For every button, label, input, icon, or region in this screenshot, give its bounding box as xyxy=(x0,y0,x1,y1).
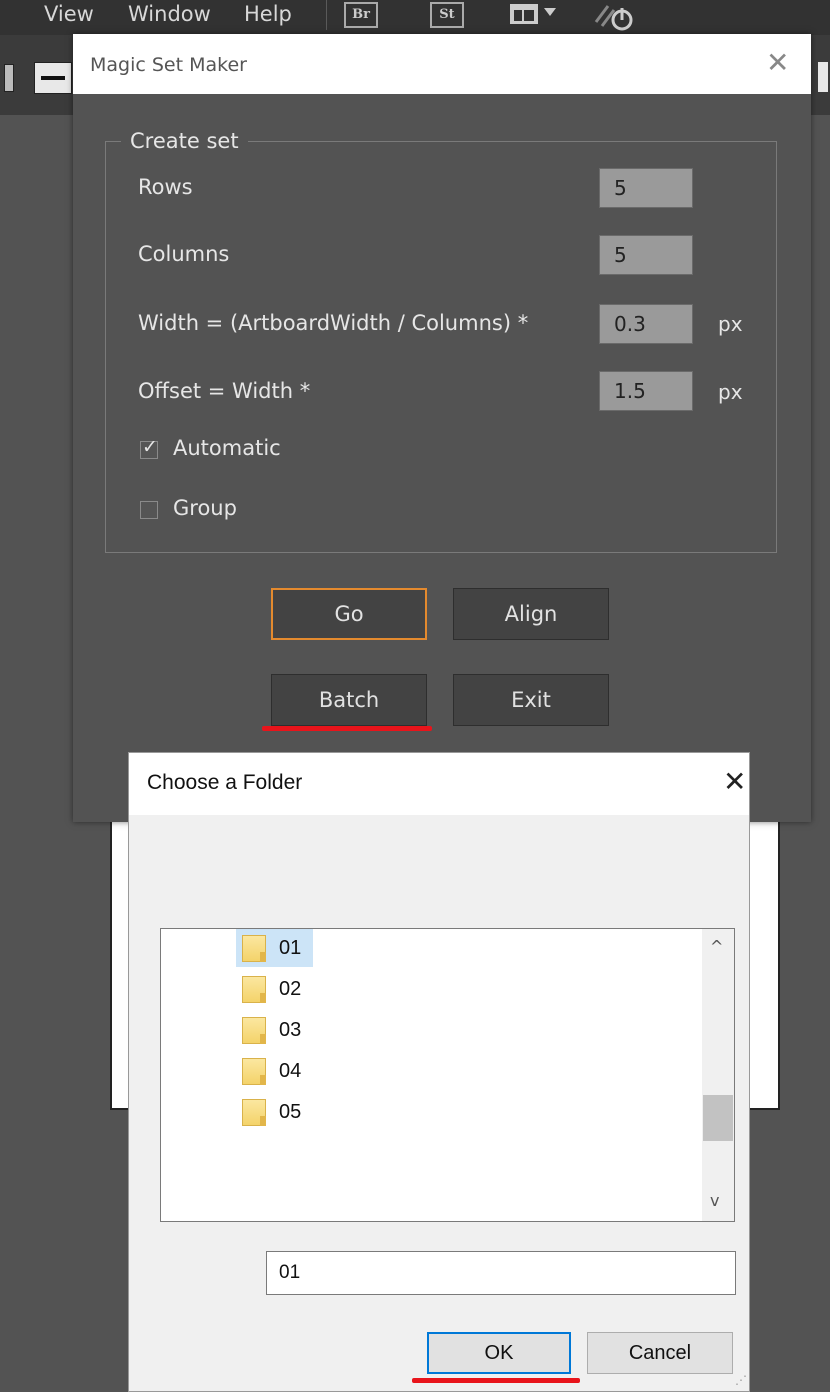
folder-item[interactable]: 03 xyxy=(236,1011,456,1049)
offset-label: Offset = Width * xyxy=(138,379,311,403)
menu-view[interactable]: View xyxy=(44,0,94,28)
tree-scrollbar[interactable]: ^ v xyxy=(702,929,734,1221)
folder-icon xyxy=(242,1099,266,1126)
folder-item[interactable]: 04 xyxy=(236,1052,456,1090)
folder-icon xyxy=(242,976,266,1003)
width-label: Width = (ArtboardWidth / Columns) * xyxy=(138,311,529,335)
menu-separator xyxy=(326,0,327,30)
folder-item[interactable]: 01 xyxy=(236,929,456,967)
folder-label: 03 xyxy=(279,1019,302,1041)
dialog-titlebar: Magic Set Maker ✕ xyxy=(73,34,811,94)
workspace-switcher-icon[interactable] xyxy=(508,2,568,33)
close-icon[interactable]: ✕ xyxy=(723,767,746,797)
create-set-group: Create set Rows 5 Columns 5 Width = (Art… xyxy=(105,126,777,553)
batch-button[interactable]: Batch xyxy=(271,674,427,726)
sync-icon[interactable] xyxy=(590,0,640,37)
folder-label: 01 xyxy=(279,937,302,959)
menu-help[interactable]: Help xyxy=(244,0,292,28)
folder-icon xyxy=(242,1058,266,1085)
ok-button[interactable]: OK xyxy=(427,1332,571,1374)
chooser-titlebar: Choose a Folder ✕ xyxy=(129,753,749,815)
batch-underline-annotation xyxy=(262,726,432,731)
scroll-down-icon[interactable]: v xyxy=(710,1191,719,1210)
chooser-title: Choose a Folder xyxy=(147,771,303,794)
width-unit: px xyxy=(718,312,743,336)
rows-label: Rows xyxy=(138,175,193,199)
folder-path-input[interactable]: 01 xyxy=(266,1251,736,1295)
group-label: Group xyxy=(173,496,237,520)
bridge-icon[interactable]: Br xyxy=(344,2,378,28)
ok-underline-annotation xyxy=(412,1378,580,1383)
offset-unit: px xyxy=(718,380,743,404)
group-title: Create set xyxy=(121,126,248,156)
folder-label: 04 xyxy=(279,1060,302,1082)
align-button[interactable]: Align xyxy=(453,588,609,640)
group-checkbox[interactable] xyxy=(140,501,158,519)
folder-icon xyxy=(242,1017,266,1044)
scroll-thumb[interactable] xyxy=(703,1095,733,1141)
folder-label: 02 xyxy=(279,978,302,1000)
exit-button[interactable]: Exit xyxy=(453,674,609,726)
choose-folder-dialog: Choose a Folder ✕ 01 02 03 04 05 ^ v 01 … xyxy=(128,752,750,1392)
folder-tree[interactable]: 01 02 03 04 05 ^ v xyxy=(160,928,735,1222)
checkmark-icon: ✓ xyxy=(142,436,158,458)
folder-label: 05 xyxy=(279,1101,302,1123)
stock-icon[interactable]: St xyxy=(430,2,464,28)
folder-item[interactable]: 02 xyxy=(236,970,456,1008)
width-input[interactable]: 0.3 xyxy=(599,304,693,344)
automatic-label: Automatic xyxy=(173,436,281,460)
toolbar-right-control[interactable] xyxy=(818,62,828,92)
stroke-weight-icon[interactable] xyxy=(34,62,72,94)
dialog-title: Magic Set Maker xyxy=(90,54,247,76)
resize-grip-icon[interactable]: ⋰ xyxy=(735,1373,747,1387)
magic-set-maker-dialog: Magic Set Maker ✕ Create set Rows 5 Colu… xyxy=(73,34,811,822)
scroll-up-icon[interactable]: ^ xyxy=(710,937,723,956)
rows-input[interactable]: 5 xyxy=(599,168,693,208)
cancel-button[interactable]: Cancel xyxy=(587,1332,733,1374)
automatic-checkbox[interactable]: ✓ xyxy=(140,436,158,459)
close-icon[interactable]: ✕ xyxy=(766,48,789,78)
app-menubar: View Window Help Br St xyxy=(0,0,830,35)
offset-input[interactable]: 1.5 xyxy=(599,371,693,411)
go-button[interactable]: Go xyxy=(271,588,427,640)
tool-swatch[interactable] xyxy=(4,64,14,92)
folder-icon xyxy=(242,935,266,962)
menu-window[interactable]: Window xyxy=(128,0,211,28)
columns-label: Columns xyxy=(138,242,230,266)
columns-input[interactable]: 5 xyxy=(599,235,693,275)
folder-item[interactable]: 05 xyxy=(236,1093,456,1131)
